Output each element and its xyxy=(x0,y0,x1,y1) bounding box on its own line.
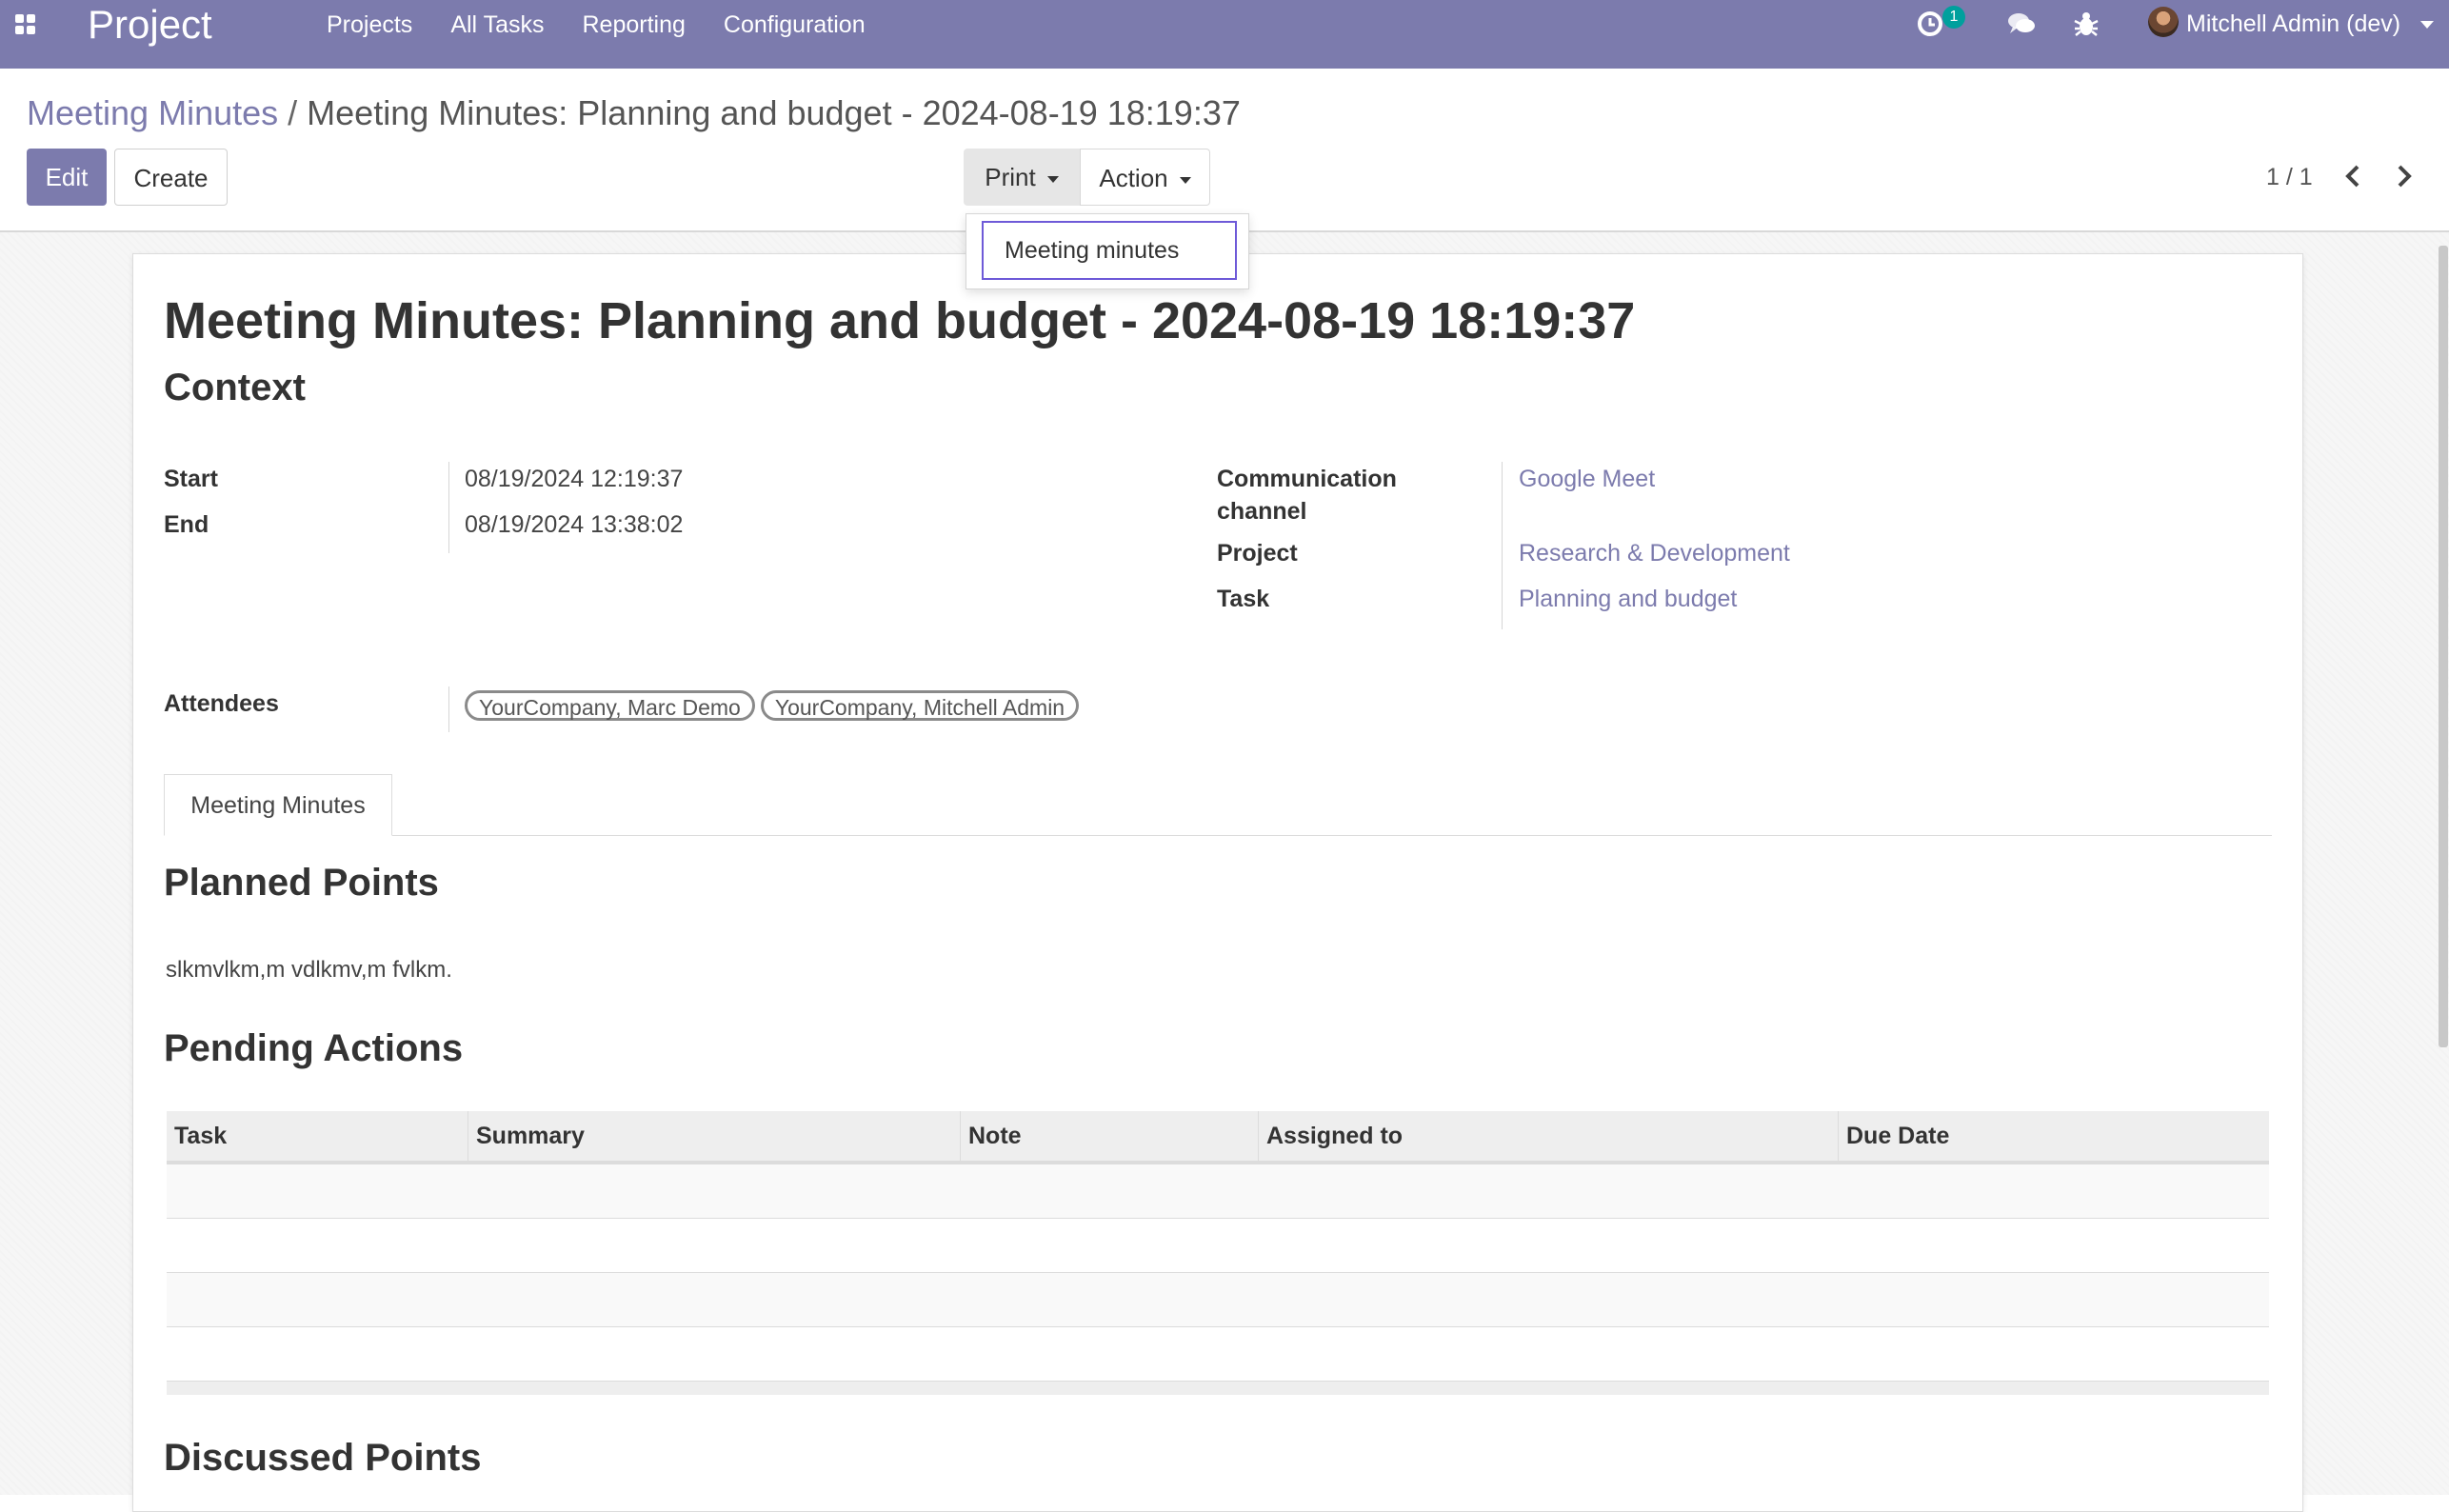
attendees-label: Attendees xyxy=(164,690,279,717)
field-divider xyxy=(1502,462,1503,629)
record-title: Meeting Minutes: Planning and budget - 2… xyxy=(164,292,1636,349)
field-divider xyxy=(448,462,449,553)
table-row xyxy=(167,1163,2269,1219)
channel-label-line1: Communication xyxy=(1217,466,1397,492)
start-value[interactable]: 08/19/2024 12:19:37 xyxy=(465,466,683,493)
tab-bar xyxy=(164,835,2272,836)
user-avatar[interactable] xyxy=(2148,7,2179,37)
pending-actions-heading: Pending Actions xyxy=(164,1027,464,1069)
pager-value[interactable]: 1 / 1 xyxy=(2266,164,2313,191)
caret-down-icon xyxy=(1046,175,1059,183)
column-note[interactable]: Note xyxy=(960,1111,1259,1164)
main-menu: Projects All Tasks Reporting Configurati… xyxy=(327,0,904,50)
table-header-row: Task Summary Note Assigned to Due Date xyxy=(167,1111,2269,1164)
field-divider xyxy=(448,686,449,732)
task-label: Task xyxy=(1217,586,1270,612)
column-task[interactable]: Task xyxy=(167,1111,468,1164)
menu-reporting[interactable]: Reporting xyxy=(583,0,686,50)
pending-actions-table: Task Summary Note Assigned to Due Date xyxy=(167,1111,2269,1395)
user-menu[interactable]: Mitchell Admin (dev) xyxy=(2186,0,2400,48)
table-row xyxy=(167,1218,2269,1273)
caret-down-icon[interactable] xyxy=(2420,21,2434,29)
edit-button[interactable]: Edit xyxy=(27,149,107,206)
breadcrumb-current: Meeting Minutes: Planning and budget - 2… xyxy=(307,93,1241,132)
breadcrumb: Meeting Minutes / Meeting Minutes: Plannin… xyxy=(27,91,1241,135)
breadcrumb-parent[interactable]: Meeting Minutes xyxy=(27,93,278,132)
app-title[interactable]: Project xyxy=(88,0,212,50)
table-cell xyxy=(167,1272,2269,1327)
table-row xyxy=(167,1272,2269,1327)
channel-label-line2: channel xyxy=(1217,498,1307,525)
attendees-tags: YourCompany, Marc Demo YourCompany, Mitch… xyxy=(465,690,1085,721)
end-label: End xyxy=(164,511,209,538)
menu-all-tasks[interactable]: All Tasks xyxy=(450,0,544,50)
bug-icon[interactable] xyxy=(2070,8,2102,40)
scrollbar[interactable] xyxy=(2439,246,2448,1047)
attendee-tag[interactable]: YourCompany, Marc Demo xyxy=(465,690,755,721)
planned-points-heading: Planned Points xyxy=(164,862,439,904)
top-navbar: Project Projects All Tasks Reporting Con… xyxy=(0,0,2449,69)
start-label: Start xyxy=(164,466,218,492)
action-dropdown-button[interactable]: Action xyxy=(1080,149,1210,206)
breadcrumb-separator: / xyxy=(288,93,298,132)
discussed-points-heading: Discussed Points xyxy=(164,1437,482,1479)
create-button[interactable]: Create xyxy=(114,149,228,206)
column-due-date[interactable]: Due Date xyxy=(1838,1111,2269,1164)
project-label: Project xyxy=(1217,540,1298,567)
table-cell xyxy=(167,1326,2269,1382)
form-sheet: Meeting Minutes: Planning and budget - 2… xyxy=(132,253,2303,1512)
task-link[interactable]: Planning and budget xyxy=(1519,586,1737,613)
print-dropdown-button[interactable]: Print xyxy=(964,149,1080,206)
column-summary[interactable]: Summary xyxy=(468,1111,961,1164)
table-cell xyxy=(167,1381,2269,1395)
activity-clock-icon[interactable] xyxy=(1914,8,1946,40)
chevron-left-icon[interactable] xyxy=(2339,160,2367,192)
planned-points-text[interactable]: slkmvlkm,m vdlkmv,m fvlkm. xyxy=(166,957,452,984)
chat-bubbles-icon[interactable] xyxy=(2005,8,2038,40)
table-cell xyxy=(167,1218,2269,1273)
control-panel: Meeting Minutes / Meeting Minutes: Plannin… xyxy=(0,69,2449,232)
channel-link[interactable]: Google Meet xyxy=(1519,466,1655,493)
column-assigned-to[interactable]: Assigned to xyxy=(1258,1111,1839,1164)
project-link[interactable]: Research & Development xyxy=(1519,540,1790,567)
print-label: Print xyxy=(985,163,1036,191)
action-label: Action xyxy=(1099,164,1168,192)
menu-projects[interactable]: Projects xyxy=(327,0,412,50)
apps-grid-icon[interactable] xyxy=(13,12,38,37)
menu-configuration[interactable]: Configuration xyxy=(724,0,866,50)
communication-channel-label: Communication channel xyxy=(1217,466,1397,529)
table-footer xyxy=(167,1381,2269,1395)
chevron-right-icon[interactable] xyxy=(2390,160,2419,192)
table-cell xyxy=(167,1163,2269,1219)
print-meeting-minutes-item[interactable]: Meeting minutes xyxy=(982,221,1237,280)
tab-meeting-minutes[interactable]: Meeting Minutes xyxy=(164,774,392,836)
print-dropdown-menu: Meeting minutes xyxy=(966,213,1249,289)
table-row xyxy=(167,1326,2269,1382)
attendee-tag[interactable]: YourCompany, Mitchell Admin xyxy=(760,690,1080,721)
context-heading: Context xyxy=(164,367,306,408)
caret-down-icon xyxy=(1179,176,1191,184)
end-value[interactable]: 08/19/2024 13:38:02 xyxy=(465,511,683,539)
activity-badge: 1 xyxy=(1942,6,1965,29)
